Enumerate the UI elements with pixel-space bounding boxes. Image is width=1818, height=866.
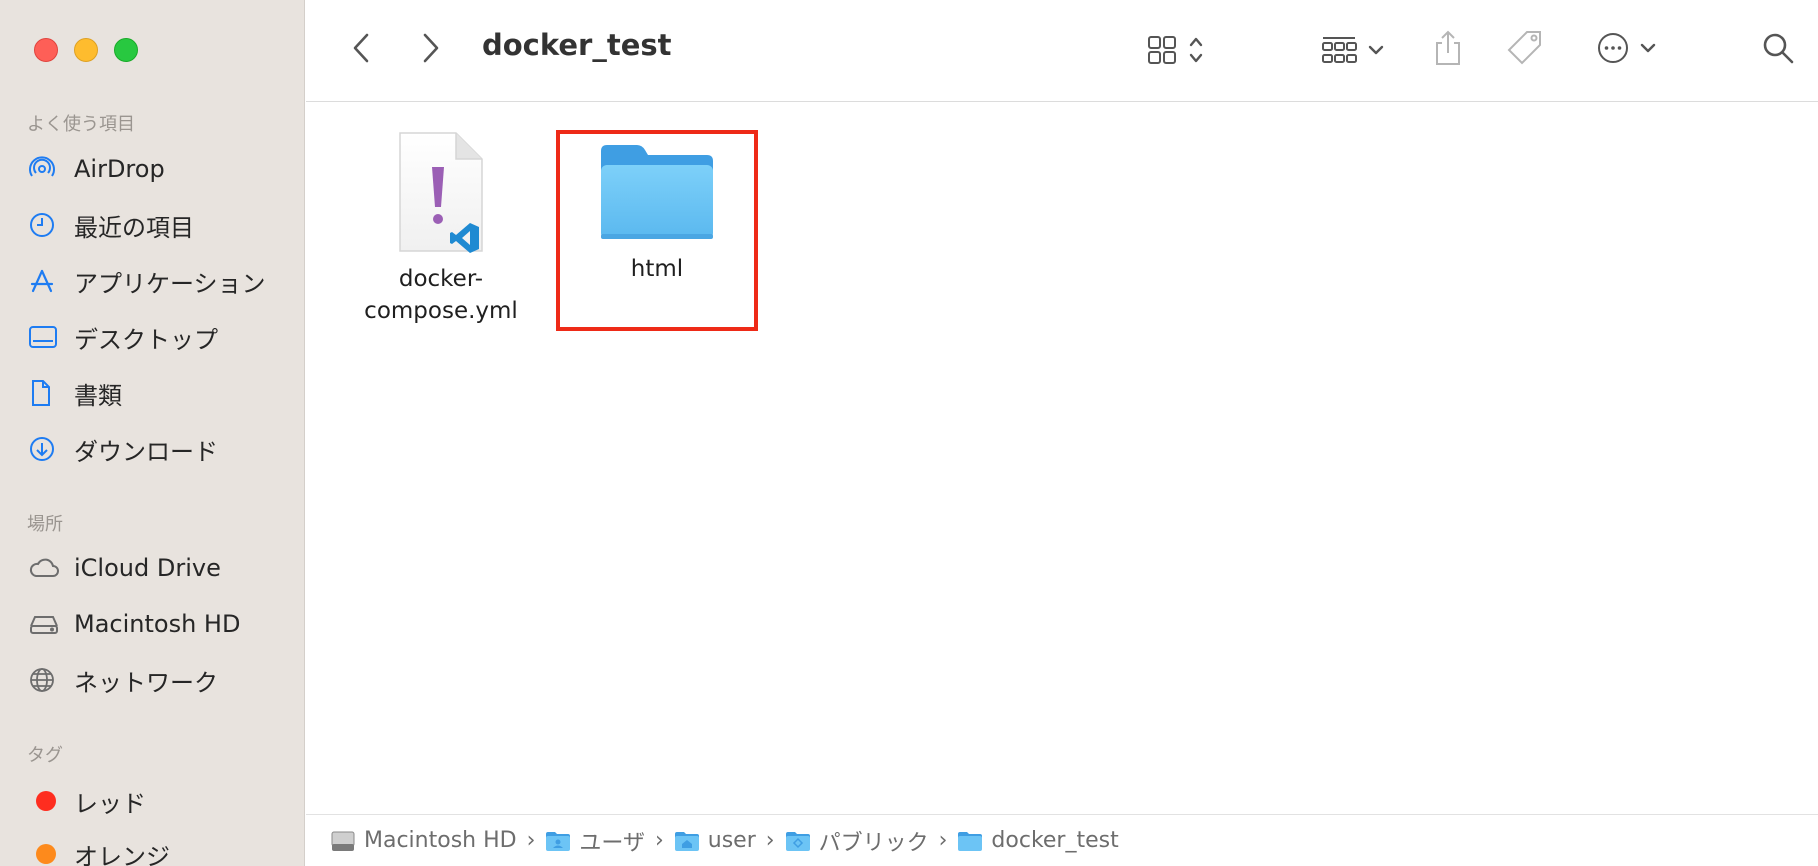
sidebar-item-documents[interactable]: 書類: [28, 373, 288, 413]
sidebar-item-label: AirDrop: [74, 155, 165, 183]
download-icon: [28, 434, 64, 464]
window-title: docker_test: [482, 28, 672, 62]
document-icon: [28, 378, 64, 408]
tags-header: タグ: [27, 745, 63, 766]
sidebar-item-label: Macintosh HD: [74, 610, 241, 638]
applications-icon: [28, 266, 64, 296]
clock-icon: [28, 210, 64, 240]
sidebar-item-tag-red[interactable]: レッド: [28, 781, 288, 821]
chevron-left-icon: [353, 33, 369, 63]
sidebar-item-label: アプリケーション: [74, 269, 266, 298]
path-item-label: パブリック: [818, 830, 929, 856]
sidebar-item-label: レッド: [74, 789, 146, 818]
action-menu-button[interactable]: [1586, 28, 1666, 68]
path-item-docker-test[interactable]: docker_test: [957, 828, 1119, 853]
public-folder-icon: [785, 830, 811, 852]
sidebar-item-label: ダウンロード: [74, 437, 218, 466]
chevron-down-icon: [1368, 45, 1384, 55]
close-button[interactable]: [34, 38, 58, 62]
network-icon: [28, 665, 64, 695]
search-icon: [1763, 33, 1794, 64]
sidebar-item-applications[interactable]: アプリケーション: [28, 261, 288, 301]
file-browser-content: docker- compose.yml html: [306, 103, 1818, 813]
chevron-down-icon: [1640, 43, 1656, 53]
share-icon: [1436, 30, 1460, 65]
sidebar-item-desktop[interactable]: デスクトップ: [28, 317, 288, 357]
airdrop-icon: [28, 154, 64, 184]
orange-tag-icon: [28, 839, 64, 866]
sidebar-item-label: オレンジ: [74, 842, 170, 866]
path-item-macintosh-hd[interactable]: Macintosh HD: [330, 828, 517, 853]
sidebar-item-airdrop[interactable]: AirDrop: [28, 149, 288, 189]
path-separator: ›: [526, 828, 536, 853]
file-item-docker-compose[interactable]: docker- compose.yml: [346, 129, 536, 327]
path-item-label: ユーザ: [579, 830, 645, 856]
sidebar-item-tag-orange[interactable]: オレンジ: [28, 834, 288, 866]
cloud-icon: [28, 553, 64, 583]
locations-header: 場所: [27, 514, 63, 535]
path-bar: Macintosh HD › ユーザ › user › パブリック › dock…: [306, 814, 1818, 866]
path-item-user[interactable]: user: [674, 828, 756, 853]
path-item-users[interactable]: ユーザ: [545, 825, 645, 857]
sidebar-item-label: 最近の項目: [74, 213, 194, 242]
sidebar-item-label: 書類: [74, 381, 122, 410]
sidebar-item-label: iCloud Drive: [74, 554, 221, 582]
tag-icon: [1507, 31, 1541, 65]
zoom-button[interactable]: [114, 38, 138, 62]
group-button[interactable]: [1312, 30, 1392, 70]
path-separator: ›: [938, 828, 948, 853]
sidebar-item-label: ネットワーク: [74, 668, 218, 697]
icon-grid-icon: [1148, 36, 1176, 64]
more-icon: [1598, 33, 1628, 63]
toolbar: docker_test: [306, 0, 1818, 102]
favorites-header: よく使う項目: [27, 114, 135, 135]
sidebar-item-recents[interactable]: 最近の項目: [28, 205, 288, 245]
path-item-public[interactable]: パブリック: [785, 825, 929, 857]
chevron-right-icon: [423, 33, 439, 63]
folder-icon: [957, 830, 983, 852]
view-mode-button[interactable]: [1138, 30, 1214, 70]
folder-icon: [562, 141, 752, 245]
users-folder-icon: [545, 830, 571, 852]
path-item-label: user: [707, 828, 756, 853]
path-item-label: Macintosh HD: [364, 828, 517, 853]
harddrive-icon: [330, 829, 356, 853]
home-folder-icon: [674, 830, 700, 852]
file-name: html: [630, 256, 684, 282]
sidebar: よく使う項目 AirDrop 最近の項目 アプリケーション デスクトップ 書類 …: [0, 0, 305, 866]
path-separator: ›: [765, 828, 775, 853]
sidebar-item-network[interactable]: ネットワーク: [28, 660, 288, 700]
sidebar-item-macintosh-hd[interactable]: Macintosh HD: [28, 604, 288, 644]
harddrive-icon: [28, 609, 64, 639]
file-name: compose.yml: [364, 298, 518, 324]
window-controls: [34, 38, 138, 62]
back-button[interactable]: [346, 30, 376, 66]
sidebar-item-label: デスクトップ: [74, 325, 218, 354]
file-name: docker-: [398, 266, 484, 292]
path-separator: ›: [654, 828, 664, 853]
updown-chevron-icon: [1189, 37, 1203, 63]
sidebar-item-downloads[interactable]: ダウンロード: [28, 429, 288, 469]
forward-button[interactable]: [416, 30, 446, 66]
desktop-icon: [28, 322, 64, 352]
search-button[interactable]: [1758, 28, 1798, 68]
tag-button[interactable]: [1502, 26, 1548, 70]
share-button[interactable]: [1428, 26, 1468, 70]
file-item-html-folder[interactable]: html: [562, 141, 752, 285]
group-grid-icon: [1322, 37, 1357, 63]
yaml-file-icon: [346, 129, 536, 259]
path-item-label: docker_test: [991, 828, 1119, 853]
sidebar-item-icloud-drive[interactable]: iCloud Drive: [28, 548, 288, 588]
minimize-button[interactable]: [74, 38, 98, 62]
red-tag-icon: [28, 786, 64, 816]
